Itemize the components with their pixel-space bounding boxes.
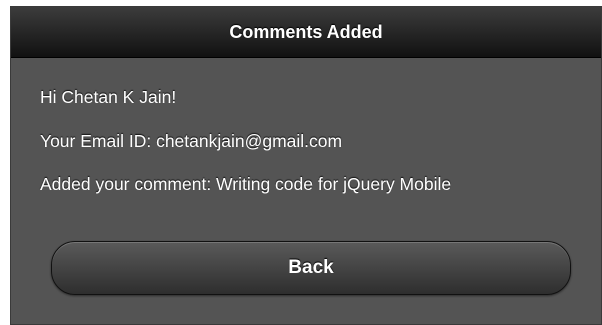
comment-text: Added your comment: Writing code for jQu… (40, 174, 452, 194)
page-title: Comments Added (229, 21, 383, 42)
back-button-label: Back (288, 257, 334, 278)
email-text: Your Email ID: chetankjain@gmail.com (40, 131, 343, 151)
back-button[interactable]: Back (51, 241, 571, 295)
greeting-text: Hi Chetan K Jain! (40, 87, 177, 107)
mobile-page: Comments Added Hi Chetan K Jain! Your Em… (10, 6, 602, 325)
page-header: Comments Added (11, 7, 601, 58)
page-content: Hi Chetan K Jain! Your Email ID: chetank… (11, 87, 601, 194)
